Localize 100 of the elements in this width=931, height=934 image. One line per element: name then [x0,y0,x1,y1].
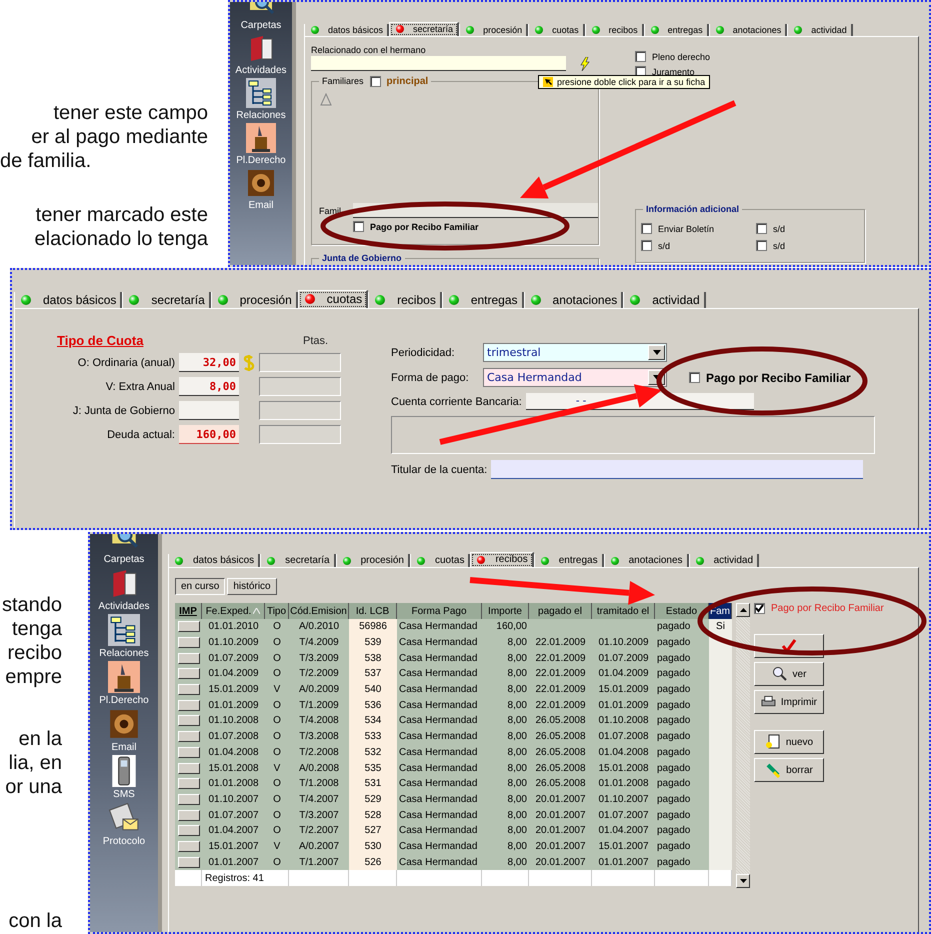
sidebar-label[interactable]: Email [248,200,274,211]
tab[interactable]: actividad [688,554,760,567]
checkbox[interactable] [641,240,652,251]
checkbox-label[interactable]: s/d [658,240,670,250]
new-button[interactable]: nuevo [754,730,824,754]
input-field[interactable] [259,425,341,444]
email-icon[interactable] [246,168,276,198]
tab[interactable]: secretaría [389,22,460,37]
print-row-button[interactable] [178,794,200,805]
dropdown[interactable]: trimestral [483,343,667,362]
tab[interactable]: recibos [584,24,644,36]
print-row-button[interactable] [178,700,200,711]
input-field[interactable] [259,401,341,420]
sidebar-label[interactable]: Pl.Derecho [236,155,286,166]
tab[interactable]: procesión [336,554,410,567]
tab[interactable]: cuotas [298,290,368,309]
column-header[interactable]: Fe.Exped. [202,603,265,619]
column-header[interactable]: Tipo [265,603,289,619]
checkbox-label[interactable]: s/d [773,240,786,250]
tab[interactable]: datos básicos [168,554,260,567]
sidebar-label[interactable]: Email [111,742,136,753]
print-row-button[interactable] [178,810,200,821]
tree-diagram-icon[interactable] [108,614,140,646]
checkbox[interactable] [754,603,765,614]
sidebar-label[interactable]: Carpetas [240,20,282,31]
input-field[interactable] [311,56,566,71]
column-header[interactable]: pagado el [529,603,592,619]
tab[interactable]: recibos [368,292,442,308]
sidebar-label[interactable]: SMS [113,789,135,800]
tab[interactable]: actividad [623,292,706,308]
amount-field[interactable]: 8,00 [179,377,239,396]
print-row-button[interactable] [178,856,200,868]
input-field[interactable] [491,460,864,479]
print-row-button[interactable] [178,652,200,664]
print-row-button[interactable] [178,621,200,632]
print-row-button[interactable] [178,715,200,726]
tab[interactable]: recibos [470,552,534,568]
sidebar-label[interactable]: Actividades [98,601,150,612]
column-header[interactable]: Id. LCB [349,603,397,619]
tab[interactable]: secretaría [260,554,336,567]
tab[interactable]: datos básicos [14,292,122,308]
checkbox-label[interactable]: Pleno derecho [652,52,710,62]
tab[interactable]: cuotas [410,554,470,567]
tab[interactable]: anotaciones [604,554,689,567]
column-header[interactable]: Cód.Emision [289,603,349,619]
tab[interactable]: en curso [175,578,226,595]
dropdown[interactable]: Casa Hermandad [483,368,667,387]
sidebar-label[interactable]: Relaciones [236,110,286,121]
print-row-button[interactable] [178,762,200,774]
checkbox-label[interactable]: Pago por Recibo Familiar [370,222,479,232]
column-header[interactable]: tramitado el [592,603,655,619]
sidebar-label[interactable]: Actividades [235,65,287,76]
tab[interactable]: entregas [534,554,604,567]
sidebar-label[interactable]: Carpetas [104,554,144,565]
tab[interactable]: datos básicos [304,24,390,36]
column-header[interactable]: Estado [655,603,709,619]
print-row-button[interactable] [178,684,200,696]
input-field[interactable] [259,377,341,396]
amount-field[interactable]: 32,00 [179,353,239,372]
tab[interactable]: anotaciones [524,292,624,308]
text-area[interactable] [391,416,875,454]
checkbox-label[interactable]: Enviar Boletín [658,224,714,234]
input-field[interactable] [259,353,341,372]
checkbox-label[interactable]: principal [386,76,428,86]
column-header[interactable]: Importe [482,603,529,619]
checkbox[interactable] [370,76,381,86]
tab[interactable]: secretaría [122,292,211,308]
print-row-button[interactable] [178,637,200,648]
tab[interactable]: entregas [644,24,709,36]
tab[interactable]: entregas [442,292,524,308]
tab[interactable]: actividad [787,24,853,36]
sidebar-label[interactable]: Protocolo [102,836,146,847]
checkbox[interactable] [756,240,767,251]
amount-field[interactable]: 160,00 [179,425,239,444]
delete-button[interactable]: borrar [754,758,824,782]
checkbox[interactable] [689,372,700,383]
tab[interactable]: procesión [210,292,298,308]
email-icon[interactable] [108,708,140,740]
lightning-icon[interactable] [580,56,590,70]
tab[interactable]: histórico [227,578,277,595]
checkbox-label[interactable]: s/d [773,224,786,234]
checkbox[interactable] [635,51,646,62]
lectern-icon[interactable] [108,661,140,693]
checkbox[interactable] [756,223,767,234]
sidebar-label[interactable]: Pl.Derecho [99,695,149,706]
print-row-button[interactable] [178,731,200,742]
sidebar-label[interactable]: Relaciones [99,648,149,659]
print-row-button[interactable] [178,825,200,836]
print-row-button[interactable] [178,778,200,790]
print-row-button[interactable] [178,746,200,758]
scrollbar[interactable] [736,603,750,888]
tab[interactable]: procesión [459,24,528,36]
checkbox-label[interactable]: Juramento [652,66,695,76]
column-header[interactable]: Forma Pago [397,603,482,619]
lectern-icon[interactable] [246,123,276,153]
checkbox-label[interactable]: Pago por Recibo Familiar [706,370,851,384]
tree-diagram-icon[interactable] [246,78,276,108]
checkbox[interactable] [353,221,364,232]
print-row-button[interactable] [178,840,200,852]
print-row-button[interactable] [178,668,200,680]
